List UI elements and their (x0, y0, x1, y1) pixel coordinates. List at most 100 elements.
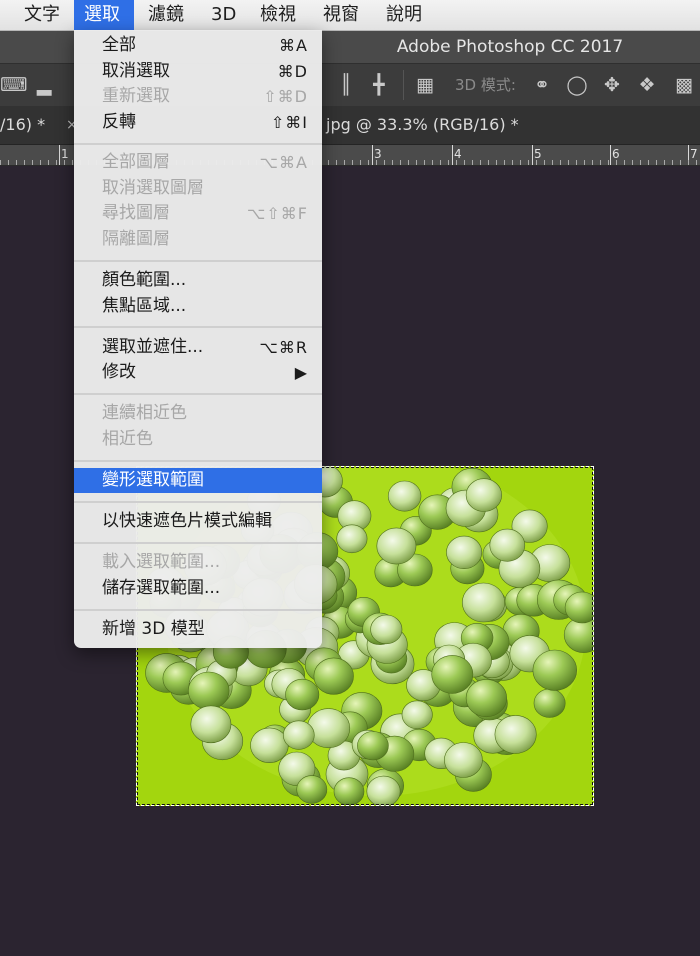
ruler-minor-tick (392, 160, 393, 165)
menu-item-shortcut: ⌥⌘R (259, 338, 308, 357)
ruler-label: 6 (612, 147, 620, 161)
ruler-minor-tick (504, 160, 505, 165)
menu-item-deselect-layers[interactable]: 取消選取圖層 (74, 176, 322, 201)
plum-shape (313, 657, 354, 695)
ruler-minor-tick (496, 160, 497, 165)
document-tab-1[interactable]: /16) * (0, 106, 45, 144)
menu-item-save-selection[interactable]: 儲存選取範圍... (74, 576, 322, 601)
ruler-minor-tick (656, 160, 657, 165)
distribute-horizontal-icon[interactable]: ║ (334, 73, 358, 97)
menu-3d[interactable]: 3D (201, 0, 246, 30)
menu-item-modify[interactable]: 修改 ▶ (74, 360, 322, 385)
ruler-minor-tick (600, 160, 601, 165)
plum-shape (283, 720, 315, 750)
menu-text[interactable]: 文字 (14, 0, 70, 30)
ruler-minor-tick (432, 160, 433, 165)
auto-align-icon[interactable]: ▦ (413, 73, 437, 97)
ruler-minor-tick (24, 160, 25, 165)
3d-drag-icon[interactable]: ✥ (600, 73, 624, 97)
ruler-minor-tick (592, 160, 593, 165)
select-menu-dropdown: 全部 ⌘A 取消選取 ⌘D 重新選取 ⇧⌘D 反轉 ⇧⌘I 全部圖層 ⌥⌘A 取消選取圖層… (74, 30, 322, 648)
ruler-minor-tick (8, 160, 9, 165)
menu-item-quick-mask[interactable]: 以快速遮色片模式編輯 (74, 509, 322, 534)
ruler-minor-tick (344, 160, 345, 165)
align-bottom-icon[interactable]: ▂ (32, 73, 56, 97)
menu-item-label: 重新選取 (102, 86, 170, 106)
distribute-centers-icon[interactable]: ╋ (367, 73, 391, 97)
plum-shape (461, 582, 505, 623)
ruler-minor-tick (32, 160, 33, 165)
ruler-minor-tick (480, 160, 481, 165)
plum-shape (306, 708, 351, 749)
menu-item-shortcut: ⌥⇧⌘F (246, 204, 308, 223)
ruler-label: 4 (454, 147, 462, 161)
menu-help[interactable]: 說明 (376, 0, 432, 30)
menu-item-load-selection[interactable]: 載入選取範圍... (74, 550, 322, 575)
menu-item-select-and-mask[interactable]: 選取並遮住... ⌥⌘R (74, 335, 322, 360)
menu-item-all[interactable]: 全部 ⌘A (74, 33, 322, 58)
ruler-minor-tick (464, 160, 465, 165)
ruler-minor-tick (512, 160, 513, 165)
ruler-minor-tick (16, 160, 17, 165)
menu-item-label: 取消選取圖層 (102, 178, 204, 198)
menu-item-similar[interactable]: 相近色 (74, 427, 322, 452)
plum-shape (376, 527, 417, 565)
ruler-minor-tick (424, 160, 425, 165)
menu-item-label: 反轉 (102, 112, 136, 132)
menu-item-inverse[interactable]: 反轉 ⇧⌘I (74, 110, 322, 135)
menu-item-isolate-layers[interactable]: 隔離圖層 (74, 227, 322, 252)
ruler-minor-tick (384, 160, 385, 165)
menu-filter[interactable]: 濾鏡 (138, 0, 194, 30)
menu-item-new-3d-extrusion[interactable]: 新增 3D 模型 (74, 617, 322, 642)
menu-select[interactable]: 選取 (74, 0, 134, 30)
plum-shape (187, 671, 230, 710)
document-tab-2[interactable]: jpg @ 33.3% (RGB/16) * (326, 106, 519, 144)
3d-orbit-icon[interactable]: ⚭ (530, 73, 554, 97)
menu-separator (74, 501, 322, 503)
menu-item-label: 焦點區域... (102, 296, 187, 316)
menu-item-label: 儲存選取範圍... (102, 578, 221, 598)
ruler-minor-tick (616, 160, 617, 165)
menu-separator (74, 609, 322, 611)
ruler-minor-tick (48, 160, 49, 165)
plum-shape (336, 524, 368, 554)
ruler-tick (532, 145, 533, 165)
menu-window[interactable]: 視窗 (313, 0, 369, 30)
ruler-label: 1 (61, 147, 69, 161)
ruler-label: 7 (690, 147, 698, 161)
menu-item-grow[interactable]: 連續相近色 (74, 401, 322, 426)
plum-shape (465, 478, 503, 512)
menu-item-label: 修改 (102, 362, 136, 382)
ruler-minor-tick (64, 160, 65, 165)
menu-separator (74, 460, 322, 462)
menu-item-all-layers[interactable]: 全部圖層 ⌥⌘A (74, 150, 322, 175)
options-divider (403, 70, 404, 100)
3d-roll-icon[interactable]: ◯ (565, 73, 589, 97)
menu-item-label: 新增 3D 模型 (102, 619, 205, 639)
ruler-minor-tick (336, 160, 337, 165)
ruler-tick (372, 145, 373, 165)
ruler-minor-tick (376, 160, 377, 165)
ruler-minor-tick (632, 160, 633, 165)
menu-item-shortcut: ⌘A (279, 36, 308, 55)
ruler-minor-tick (568, 160, 569, 165)
ruler-tick (610, 145, 611, 165)
menu-item-focus-area[interactable]: 焦點區域... (74, 294, 322, 319)
menu-view[interactable]: 檢視 (250, 0, 306, 30)
menu-item-shortcut: ⌥⌘A (259, 153, 308, 172)
3d-camera-icon[interactable]: ▩ (672, 73, 696, 97)
menu-item-find-layers[interactable]: 尋找圖層 ⌥⇧⌘F (74, 201, 322, 226)
ruler-label: 3 (374, 147, 382, 161)
menu-item-transform-selection[interactable]: 變形選取範圍 (74, 468, 322, 493)
plum-shape (401, 700, 433, 730)
align-top-icon[interactable]: ⌨ (0, 73, 27, 97)
ruler-minor-tick (536, 160, 537, 165)
3d-slide-icon[interactable]: ❖ (635, 73, 659, 97)
menu-item-reselect[interactable]: 重新選取 ⇧⌘D (74, 84, 322, 109)
menu-item-deselect[interactable]: 取消選取 ⌘D (74, 59, 322, 84)
ruler-label: 5 (534, 147, 542, 161)
plum-shape (296, 775, 328, 804)
ruler-minor-tick (664, 160, 665, 165)
menu-item-color-range[interactable]: 顏色範圍... (74, 268, 322, 293)
ruler-minor-tick (416, 160, 417, 165)
